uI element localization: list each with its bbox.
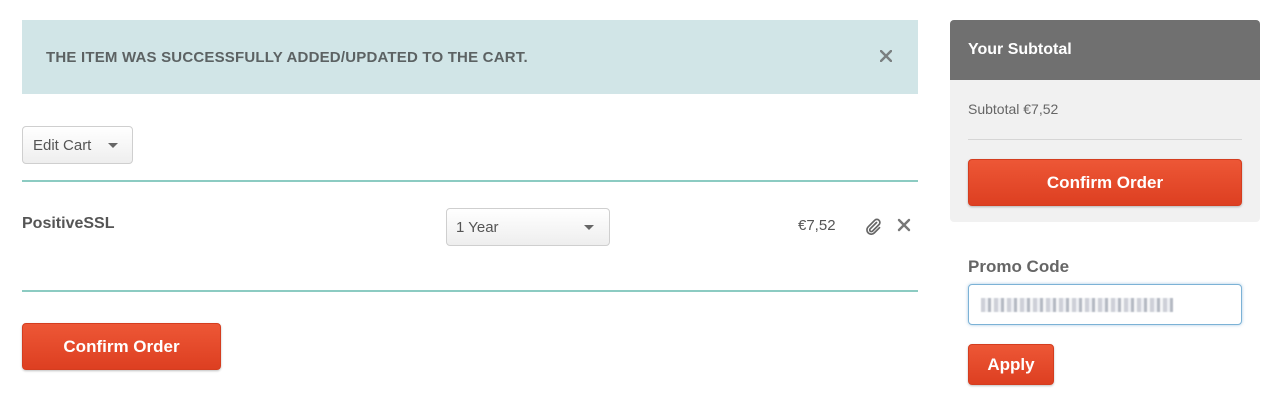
edit-cart-label: Edit Cart xyxy=(33,136,92,154)
redacted-promo-value xyxy=(981,298,1173,312)
item-price: €7,52 xyxy=(798,217,836,234)
cart-divider-bottom xyxy=(22,290,918,292)
success-alert: THE ITEM WAS SUCCESSFULLY ADDED/UPDATED … xyxy=(22,20,918,94)
period-value: 1 Year xyxy=(456,218,499,236)
summary-divider xyxy=(968,139,1242,140)
chevron-down-icon xyxy=(584,225,594,230)
apply-button[interactable]: Apply xyxy=(968,344,1054,385)
period-select[interactable]: 1 Year xyxy=(446,208,610,246)
edit-cart-dropdown[interactable]: Edit Cart xyxy=(22,126,133,164)
confirm-order-button[interactable]: Confirm Order xyxy=(22,323,221,370)
alert-message: THE ITEM WAS SUCCESSFULLY ADDED/UPDATED … xyxy=(46,48,528,66)
confirm-order-side-button[interactable]: Confirm Order xyxy=(968,159,1242,206)
subtotal-title: Your Subtotal xyxy=(950,20,1260,80)
promo-code-label: Promo Code xyxy=(968,257,1070,276)
promo-code-input[interactable] xyxy=(968,284,1242,325)
product-name: PositiveSSL xyxy=(22,215,115,232)
paperclip-icon[interactable] xyxy=(864,217,882,235)
subtotal-panel: Your Subtotal Subtotal €7,52 Confirm Ord… xyxy=(950,20,1260,222)
close-icon[interactable] xyxy=(876,46,896,66)
subtotal-amount: Subtotal €7,52 xyxy=(968,101,1059,117)
chevron-down-icon xyxy=(108,143,118,148)
cart-divider-top xyxy=(22,180,918,182)
remove-icon[interactable] xyxy=(897,218,913,234)
